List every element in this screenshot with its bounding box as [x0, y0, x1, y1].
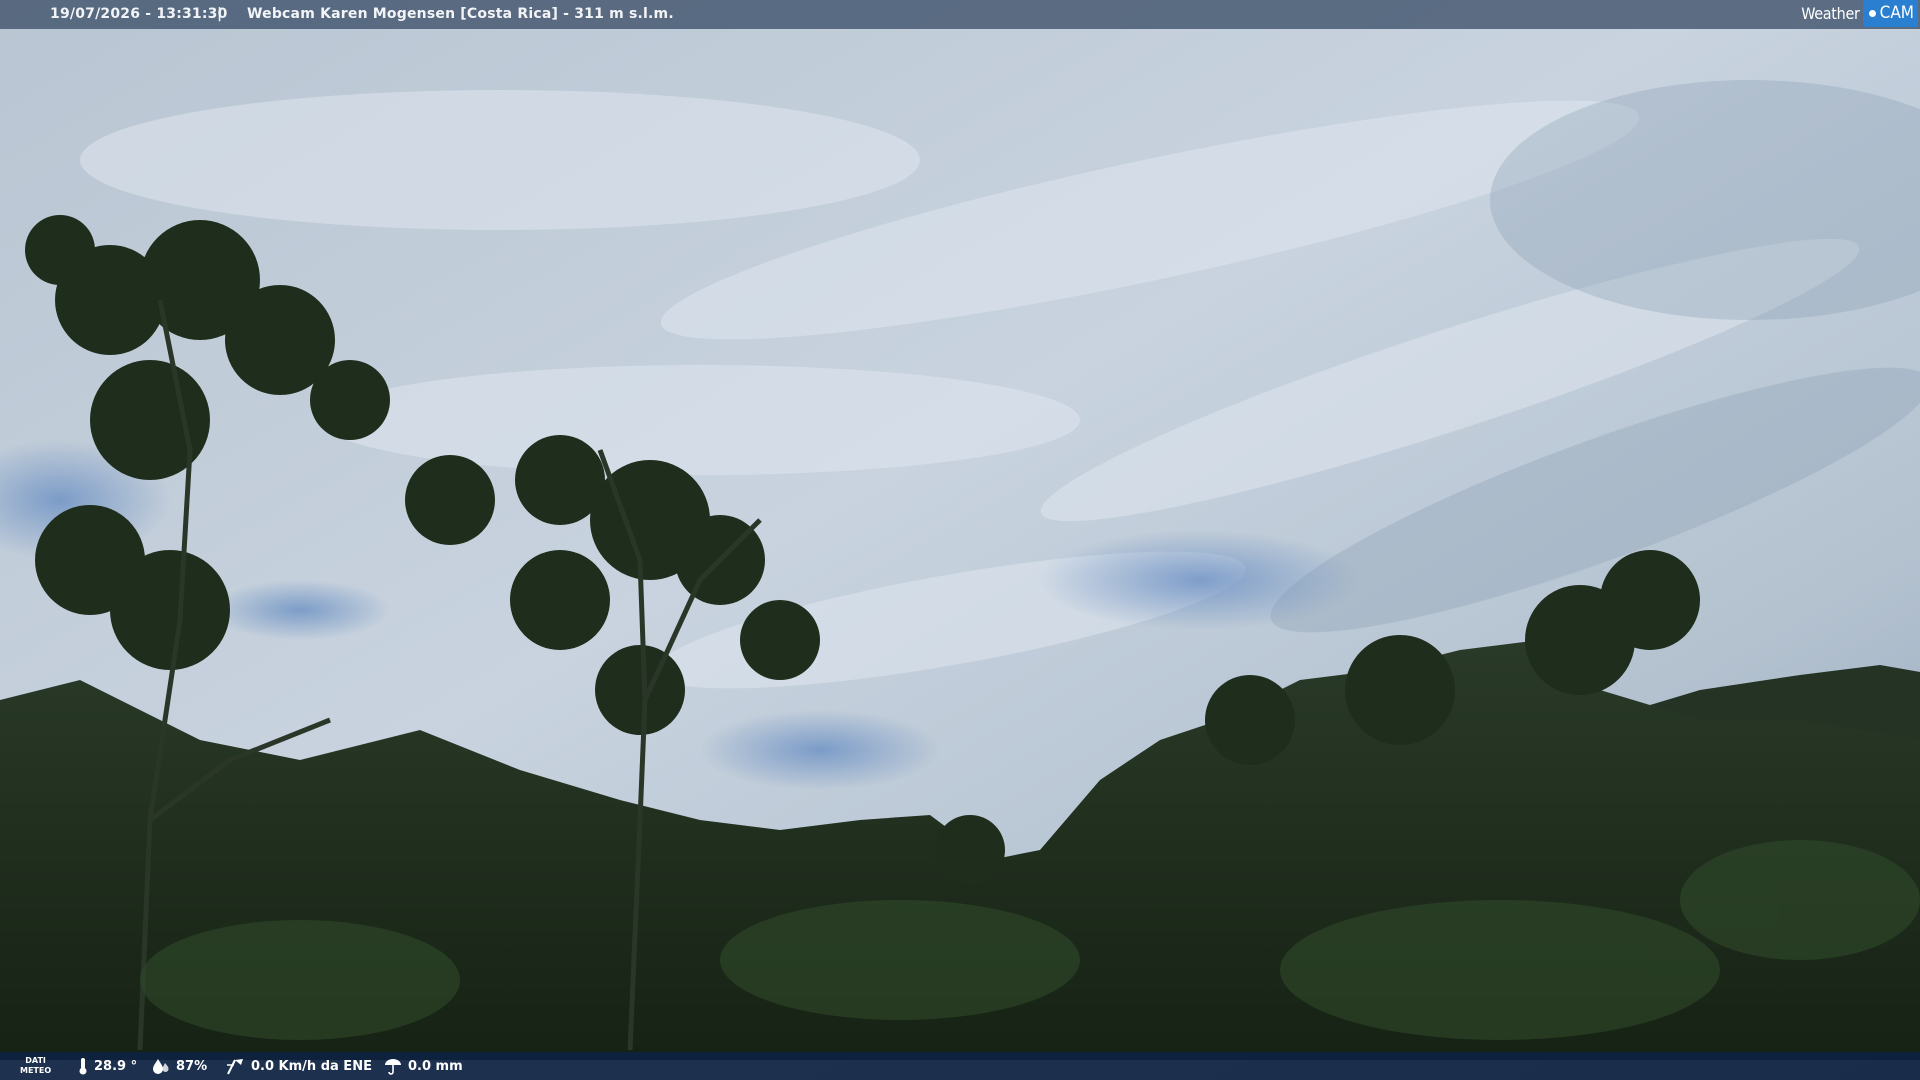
weather-bar: DATI METEO 28.9 ° 87% 0.0 Km/h da ENE 0.… — [0, 1052, 1920, 1080]
humidity-icon — [153, 1059, 169, 1074]
wind-icon — [227, 1059, 243, 1075]
webcam-image — [0, 0, 1920, 1080]
webcam-title: Webcam Karen Mogensen [Costa Rica] - 311… — [247, 6, 674, 22]
humidity-value: 87% — [176, 1058, 208, 1074]
temperature-reading: 28.9 ° — [78, 1052, 137, 1080]
weathercam-logo: Weather CAM — [1801, 0, 1918, 27]
caption-bar: 19/07/2026 - 13:31:30 | Webcam Karen Mog… — [0, 0, 1920, 29]
thermometer-icon — [79, 1058, 87, 1075]
rain-value: 0.0 mm — [408, 1058, 463, 1074]
timestamp: 19/07/2026 - 13:31:30 — [50, 6, 228, 22]
logo-dot-icon — [1866, 8, 1878, 19]
humidity-reading: 87% — [152, 1052, 207, 1080]
weather-data-label: DATI METEO — [20, 1056, 52, 1075]
rain-icon — [385, 1059, 401, 1075]
rain-reading: 0.0 mm — [384, 1052, 463, 1080]
wind-reading: 0.0 Km/h da ENE — [225, 1052, 372, 1080]
separator: | — [217, 6, 223, 22]
wind-value: 0.0 Km/h da ENE — [251, 1058, 372, 1074]
temperature-value: 28.9 ° — [94, 1058, 138, 1074]
